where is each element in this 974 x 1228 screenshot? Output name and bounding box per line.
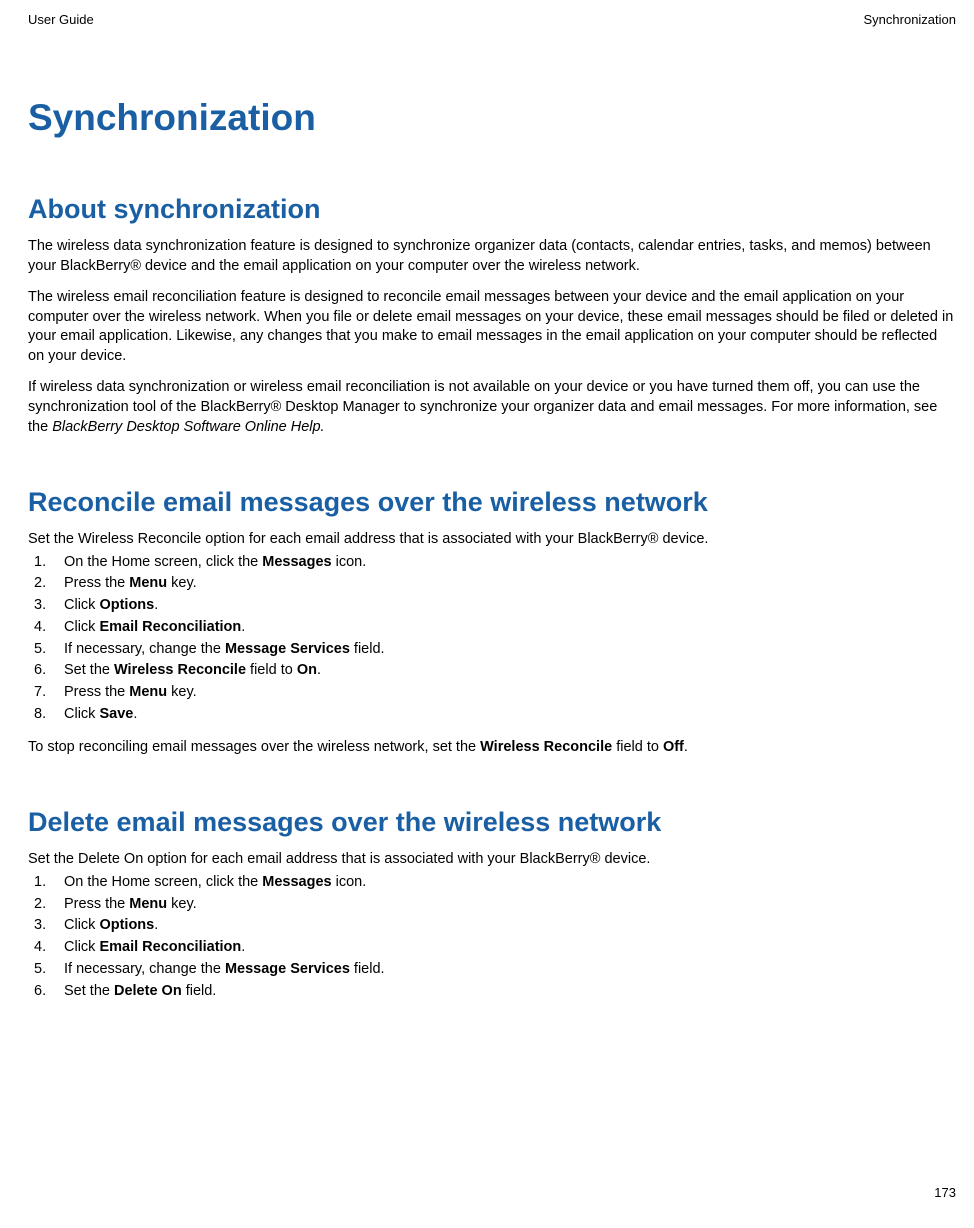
step-text: On the Home screen, click the (64, 874, 262, 890)
step-bold: Email Reconciliation (99, 619, 241, 635)
list-item: Press the Menu key. (34, 682, 956, 704)
list-item: Click Options. (34, 915, 956, 937)
step-bold: Options (99, 917, 154, 933)
step-text: key. (167, 896, 197, 912)
step-bold: Menu (129, 896, 167, 912)
reconcile-intro: Set the Wireless Reconcile option for ea… (28, 530, 956, 550)
reconcile-steps: On the Home screen, click the Messages i… (34, 552, 956, 726)
step-text: Click (64, 597, 99, 613)
header-right: Synchronization (864, 12, 957, 27)
step-bold: Delete On (114, 983, 182, 999)
list-item: Set the Delete On field. (34, 981, 956, 1003)
step-bold: Menu (129, 684, 167, 700)
step-text: Click (64, 939, 99, 955)
step-text: key. (167, 684, 197, 700)
step-bold: Wireless Reconcile (114, 662, 246, 678)
step-text: . (317, 662, 321, 678)
step-text: On the Home screen, click the (64, 554, 262, 570)
step-text: Click (64, 619, 99, 635)
step-text: icon. (332, 554, 367, 570)
step-text: Press the (64, 575, 129, 591)
step-bold: Message Services (225, 641, 350, 657)
step-text: key. (167, 575, 197, 591)
list-item: On the Home screen, click the Messages i… (34, 872, 956, 894)
step-text: field. (350, 641, 385, 657)
step-text: Set the (64, 983, 114, 999)
list-item: Press the Menu key. (34, 573, 956, 595)
step-bold: On (297, 662, 317, 678)
step-text: . (154, 917, 158, 933)
step-text: Press the (64, 896, 129, 912)
list-item: Click Save. (34, 704, 956, 726)
about-para3: If wireless data synchronization or wire… (28, 378, 956, 437)
about-para1: The wireless data synchronization featur… (28, 237, 956, 276)
about-para2: The wireless email reconciliation featur… (28, 288, 956, 366)
delete-intro: Set the Delete On option for each email … (28, 850, 956, 870)
delete-heading: Delete email messages over the wireless … (28, 807, 956, 838)
step-text: If necessary, change the (64, 641, 225, 657)
step-text: Click (64, 917, 99, 933)
step-text: Press the (64, 684, 129, 700)
step-bold: Save (99, 706, 133, 722)
step-bold: Email Reconciliation (99, 939, 241, 955)
step-bold: Message Services (225, 961, 350, 977)
step-text: . (133, 706, 137, 722)
step-text: field. (182, 983, 217, 999)
list-item: Press the Menu key. (34, 894, 956, 916)
step-bold: Menu (129, 575, 167, 591)
step-text: Click (64, 706, 99, 722)
list-item: Click Email Reconciliation. (34, 617, 956, 639)
header-left: User Guide (28, 12, 94, 27)
step-bold: Messages (262, 874, 331, 890)
list-item: If necessary, change the Message Service… (34, 639, 956, 661)
page-number: 173 (934, 1185, 956, 1200)
step-bold: Messages (262, 554, 331, 570)
list-item: Click Options. (34, 595, 956, 617)
outro-text: field to (612, 739, 663, 755)
step-text: field. (350, 961, 385, 977)
step-text: . (241, 939, 245, 955)
list-item: On the Home screen, click the Messages i… (34, 552, 956, 574)
list-item: If necessary, change the Message Service… (34, 959, 956, 981)
delete-steps: On the Home screen, click the Messages i… (34, 872, 956, 1003)
outro-text: To stop reconciling email messages over … (28, 739, 480, 755)
reconcile-outro: To stop reconciling email messages over … (28, 738, 956, 758)
step-text: field to (246, 662, 297, 678)
list-item: Click Email Reconciliation. (34, 937, 956, 959)
step-text: If necessary, change the (64, 961, 225, 977)
page-title: Synchronization (28, 97, 956, 139)
step-text: . (154, 597, 158, 613)
outro-text: . (684, 739, 688, 755)
list-item: Set the Wireless Reconcile field to On. (34, 660, 956, 682)
header-row: User Guide Synchronization (28, 12, 956, 27)
about-para3-italic: BlackBerry Desktop Software Online Help. (52, 419, 324, 435)
reconcile-heading: Reconcile email messages over the wirele… (28, 487, 956, 518)
step-text: . (241, 619, 245, 635)
step-text: Set the (64, 662, 114, 678)
outro-bold: Off (663, 739, 684, 755)
about-heading: About synchronization (28, 194, 956, 225)
outro-bold: Wireless Reconcile (480, 739, 612, 755)
step-bold: Options (99, 597, 154, 613)
step-text: icon. (332, 874, 367, 890)
